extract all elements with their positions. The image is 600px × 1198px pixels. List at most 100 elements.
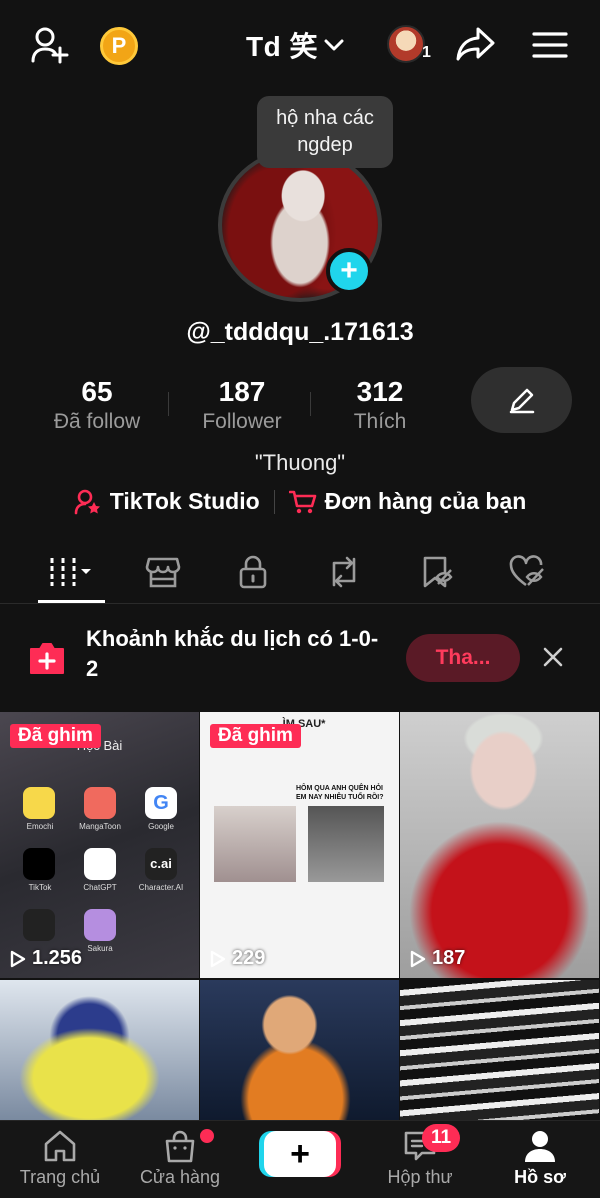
pinned-badge: Đã ghim	[10, 724, 101, 748]
page-title: Td 笑	[246, 31, 318, 62]
tiktok-studio-link[interactable]: TikTok Studio	[74, 488, 260, 515]
content-tabs	[0, 540, 600, 604]
inbox-badge: 11	[422, 1124, 460, 1152]
tab-favorites[interactable]	[404, 552, 470, 592]
tiktok-app-icon	[23, 848, 55, 880]
stat-following[interactable]: 65 Đã follow	[32, 375, 162, 435]
grid-icon	[47, 556, 97, 588]
friends-avatar[interactable]	[387, 25, 425, 63]
tab-shop[interactable]	[130, 552, 196, 592]
add-story-icon[interactable]: +	[326, 248, 372, 294]
mangatoon-app-icon	[84, 787, 116, 819]
stat-likes[interactable]: 312 Thích	[315, 375, 445, 435]
bio: "Thuong"	[254, 450, 346, 475]
note-line-1: hộ nha các	[276, 107, 374, 129]
nav-profile[interactable]: Hồ sơ	[485, 1129, 595, 1188]
stat-label: Thích	[353, 410, 407, 433]
view-count-value: 229	[232, 947, 266, 969]
stat-value: 65	[81, 376, 113, 407]
divider	[168, 392, 169, 416]
lock-icon	[238, 555, 268, 589]
profile-links: TikTok Studio Đơn hàng của bạn	[0, 488, 600, 515]
edit-profile-button[interactable]	[471, 367, 572, 433]
app-icon	[23, 909, 55, 941]
cart-icon	[288, 489, 317, 515]
thumb-photo-left	[214, 806, 296, 882]
menu-icon[interactable]	[532, 30, 568, 60]
pencil-icon	[507, 385, 537, 415]
nav-home[interactable]: Trang chủ	[5, 1129, 115, 1188]
video-thumbnail[interactable]	[200, 980, 399, 1120]
username: @_tdddqu_.171613	[186, 318, 414, 346]
studio-icon	[74, 489, 102, 515]
account-switcher[interactable]: Td 笑	[246, 28, 344, 62]
divider	[273, 489, 275, 514]
app-label: Character.AI	[138, 883, 184, 892]
camera-plus-icon	[28, 640, 66, 676]
coin-icon[interactable]: P	[100, 27, 138, 65]
nav-shop[interactable]: Cửa hàng	[125, 1129, 235, 1188]
chatgpt-app-icon	[84, 848, 116, 880]
banner-text: Khoảnh khắc du lịch có 1-0-2	[86, 626, 379, 681]
thumb-caption: HÔM QUA ANH QUÊN HỎI EM NAY NHIÊU TUỔI R…	[296, 785, 384, 801]
orders-link[interactable]: Đơn hàng của bạn	[288, 488, 527, 515]
stat-followers[interactable]: 187 Follower	[177, 375, 307, 435]
app-label: MangaToon	[79, 822, 121, 831]
banner-action-button[interactable]: Tha...	[406, 634, 520, 682]
video-thumbnail[interactable]: Học Bài G Emochi MangaToon Google c.ai T…	[0, 712, 199, 978]
nav-label: Hộp thư	[387, 1167, 453, 1187]
note-line-2: ngdep	[297, 134, 353, 156]
thumb-photo-right	[308, 806, 384, 882]
tab-liked[interactable]	[495, 552, 561, 592]
tab-videos[interactable]	[39, 552, 105, 592]
note-bubble[interactable]: hộ nha các ngdep	[257, 96, 393, 168]
store-icon	[145, 555, 181, 589]
tab-reposts[interactable]	[311, 552, 377, 592]
profile-icon	[525, 1131, 555, 1162]
video-thumbnail[interactable]	[400, 980, 599, 1120]
stat-label: Follower	[202, 410, 282, 433]
close-icon[interactable]	[541, 645, 565, 669]
nav-label: Cửa hàng	[139, 1167, 221, 1187]
share-icon[interactable]	[456, 26, 496, 62]
link-label: Đơn hàng của bạn	[324, 488, 527, 514]
play-icon	[10, 950, 26, 967]
nav-label: Trang chủ	[19, 1167, 101, 1187]
add-friend-icon[interactable]	[30, 26, 72, 64]
active-tab-indicator	[38, 600, 105, 603]
plus-icon: +	[290, 1134, 310, 1173]
bookmark-hidden-icon	[419, 555, 455, 589]
view-count: 229	[210, 947, 265, 970]
link-label: TikTok Studio	[109, 488, 260, 514]
app-label: Google	[148, 822, 174, 831]
heart-hidden-icon	[509, 555, 547, 589]
view-count-value: 1.256	[32, 947, 83, 969]
view-count: 187	[410, 947, 465, 970]
google-app-icon: G	[145, 787, 177, 819]
top-bar: P Td 笑 1	[0, 0, 600, 92]
play-icon	[410, 950, 426, 967]
video-thumbnail[interactable]: 187	[400, 712, 599, 978]
stat-value: 187	[218, 376, 266, 407]
video-thumbnail[interactable]	[0, 980, 199, 1120]
friends-count: 1	[422, 44, 431, 61]
repost-icon	[326, 555, 362, 589]
pinned-badge: Đã ghim	[210, 724, 301, 748]
notification-dot	[200, 1129, 214, 1143]
nav-label: Hồ sơ	[514, 1167, 566, 1187]
app-label: ChatGPT	[83, 883, 117, 892]
create-button[interactable]: +	[264, 1131, 336, 1177]
shopping-bag-icon	[165, 1130, 195, 1163]
sakura-app-icon	[84, 909, 116, 941]
emochi-app-icon	[23, 787, 55, 819]
play-icon	[210, 950, 226, 967]
app-label: Emochi	[26, 822, 54, 831]
chevron-down-icon	[324, 38, 344, 52]
stat-value: 312	[356, 376, 404, 407]
view-count-value: 187	[432, 947, 466, 969]
tab-private[interactable]	[220, 552, 286, 592]
video-thumbnail[interactable]: ...ÌM SAU* HÔM QUA ANH QUÊN HỎI EM NAY N…	[200, 712, 399, 978]
divider	[310, 392, 311, 416]
stat-label: Đã follow	[53, 410, 141, 433]
characterai-app-icon: c.ai	[145, 848, 177, 880]
